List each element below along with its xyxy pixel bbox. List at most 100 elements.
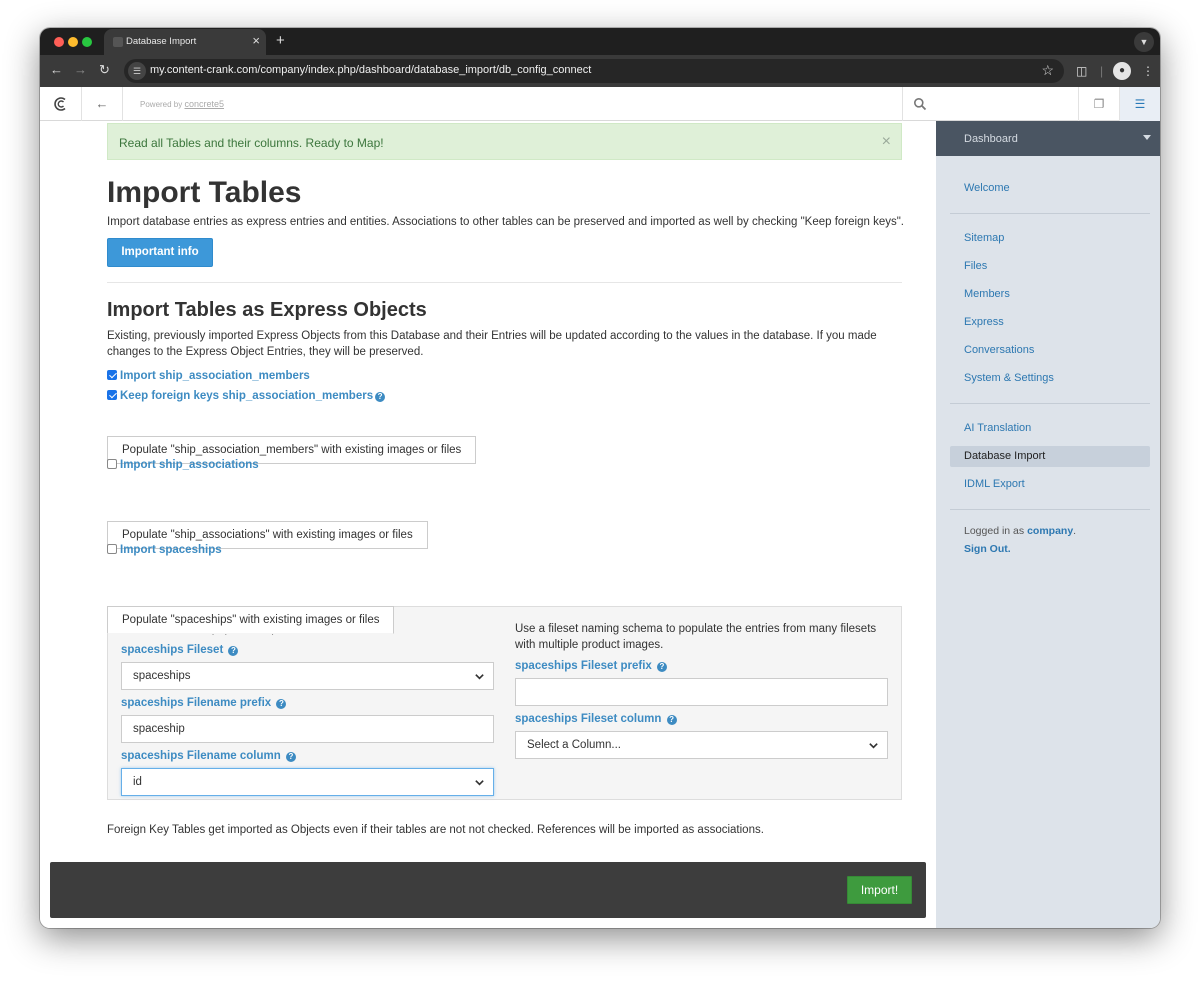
alert-close-icon[interactable]: × [882,134,891,150]
url-text[interactable]: my.content-crank.com/company/index.php/d… [150,64,591,76]
filename-column-select-value: id [133,776,142,788]
extensions-puzzle-icon[interactable]: ◫ [1076,63,1087,79]
kebab-menu-icon[interactable]: ⋮ [1142,63,1154,79]
import-spaceships-checkbox[interactable] [107,544,117,554]
import-spaceships-label[interactable]: Import spaceships [120,544,222,556]
fileset-column-label: spaceships Fileset column ? [515,711,888,727]
profile-icon[interactable]: ● [1113,62,1131,80]
logged-in-text: Logged in as company. [964,525,1076,537]
tab-favicon-icon [113,37,123,47]
form-footer: Import! [50,862,926,918]
filename-prefix-input[interactable]: spaceship [121,715,494,743]
fileset-prefix-label-text: spaceships Fileset prefix [515,660,652,672]
important-info-button[interactable]: Important info [107,238,213,267]
question-circle-icon[interactable]: ? [666,715,677,725]
address-bar[interactable]: ☰ my.content-crank.com/company/index.php… [124,59,1064,83]
import-members-row[interactable]: Import ship_association_members [107,368,310,384]
c5-back-arrow-icon[interactable]: ← [82,87,123,121]
import-members-checkbox[interactable] [107,370,117,380]
question-circle-icon[interactable]: ? [276,699,287,709]
forward-arrow-icon[interactable]: → [74,62,87,78]
filename-column-label-text: spaceships Filename column [121,750,281,762]
page-title: Import Tables [107,176,302,209]
filename-column-select[interactable]: id [121,768,494,796]
express-section-description: Existing, previously imported Express Ob… [107,330,877,358]
caret-down-icon[interactable] [1143,135,1151,140]
sidebar-divider [950,509,1150,510]
toolbar-divider: | [1100,64,1104,78]
members-fk-row[interactable]: Keep foreign keys ship_association_membe… [107,388,386,404]
new-tab-button[interactable]: + [276,32,285,50]
sidebar-divider [950,213,1150,214]
filename-prefix-label: spaceships Filename prefix ? [121,695,494,711]
fileset-column-select[interactable]: Select a Column... [515,731,888,759]
sidebar-item-idml-export[interactable]: IDML Export [950,474,1150,495]
members-fk-checkbox[interactable] [107,390,117,400]
sidebar-item-ai-translation[interactable]: AI Translation [950,418,1150,439]
minimize-window-button[interactable] [68,37,78,47]
logged-in-suffix: . [1073,525,1077,537]
import-associations-row[interactable]: Import ship_associations [107,457,259,473]
chevron-down-icon [475,780,484,786]
alert-message: Read all Tables and their columns. Ready… [119,136,384,150]
logged-in-user-link[interactable]: company [1027,525,1073,537]
bookmark-star-icon[interactable]: ☆ [1041,62,1054,79]
sidebar-item-members[interactable]: Members [950,284,1150,305]
c5-settings-sliders-icon[interactable]: ☰ [1119,87,1160,121]
browser-tab[interactable]: Database Import × [104,29,266,55]
sidebar-divider [950,403,1150,404]
sidebar-header-title: Dashboard [964,133,1018,145]
sign-out-link[interactable]: Sign Out. [964,543,1011,555]
question-circle-icon[interactable]: ? [657,662,667,672]
back-arrow-icon[interactable]: ← [50,62,63,78]
question-circle-icon[interactable]: ? [375,392,386,402]
members-fk-label[interactable]: Keep foreign keys ship_association_membe… [120,390,373,402]
panel-right-column: Use a fileset naming schema to populate … [515,621,888,759]
concrete5-logo-icon [53,97,66,111]
tab-strip: Database Import × + ▼ [40,28,1160,55]
express-section-title: Import Tables as Express Objects [107,299,427,321]
logged-in-prefix: Logged in as [964,525,1025,537]
import-associations-label[interactable]: Import ship_associations [120,459,259,471]
sidebar-item-express[interactable]: Express [950,312,1150,333]
maximize-window-button[interactable] [82,37,92,47]
fileset-select[interactable]: spaceships [121,662,494,690]
tab-title: Database Import [126,36,197,47]
question-circle-icon[interactable]: ? [228,646,239,656]
dashboard-sidebar: Dashboard Welcome Sitemap Files Members … [936,121,1160,928]
main-content: Read all Tables and their columns. Ready… [40,121,936,928]
concrete5-link[interactable]: concrete5 [184,99,224,109]
sidebar-item-conversations[interactable]: Conversations [950,340,1150,361]
tab-search-icon[interactable]: ▼ [1134,32,1154,52]
panel-right-intro: Use a fileset naming schema to populate … [515,623,877,651]
close-window-button[interactable] [54,37,64,47]
populate-spaceships-button[interactable]: Populate "spaceships" with existing imag… [107,606,395,634]
sidebar-item-welcome[interactable]: Welcome [950,178,1150,199]
sidebar-item-database-import[interactable]: Database Import [950,446,1150,467]
import-button[interactable]: Import! [847,876,912,904]
import-spaceships-row[interactable]: Import spaceships [107,542,222,558]
filename-column-label: spaceships Filename column ? [121,748,494,764]
powered-by: Powered by concrete5 [140,99,224,109]
browser-window: Database Import × + ▼ ← → ↻ ☰ my.content… [40,28,1160,928]
filename-prefix-label-text: spaceships Filename prefix [121,697,272,709]
c5-search-box[interactable] [902,87,1078,121]
fileset-label-text: spaceships Fileset [121,644,224,656]
site-settings-icon[interactable]: ☰ [128,62,146,80]
concrete5-logo[interactable] [40,87,82,121]
import-associations-checkbox[interactable] [107,459,117,469]
reload-icon[interactable]: ↻ [99,62,110,78]
tab-close-icon[interactable]: × [252,33,260,49]
sidebar-item-sitemap[interactable]: Sitemap [950,228,1150,249]
spaceships-populate-panel: Select a fileset to populate imported en… [107,606,902,800]
sidebar-item-system-settings[interactable]: System & Settings [950,368,1150,389]
fileset-prefix-input[interactable] [515,678,888,706]
import-members-label[interactable]: Import ship_association_members [120,370,310,382]
c5-pages-icon[interactable]: ❐ [1078,87,1119,121]
success-alert: Read all Tables and their columns. Ready… [107,123,902,160]
sidebar-header[interactable]: Dashboard [936,121,1160,156]
question-circle-icon[interactable]: ? [285,752,296,762]
sidebar-item-files[interactable]: Files [950,256,1150,277]
page-description: Import database entries as express entri… [107,216,904,228]
fileset-column-select-value: Select a Column... [527,739,621,751]
